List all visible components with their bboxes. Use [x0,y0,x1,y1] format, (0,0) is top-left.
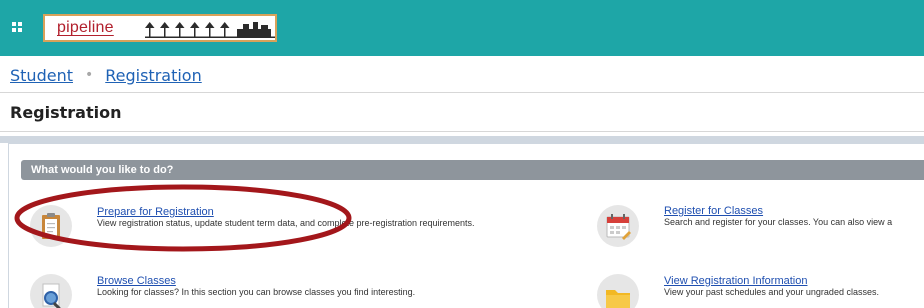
view-registration-information-link[interactable]: View Registration Information [664,275,807,287]
register-for-classes-link[interactable]: Register for Classes [664,205,763,217]
clipboard-icon[interactable] [30,205,72,247]
breadcrumb-separator-icon: • [84,67,94,83]
page-title: Registration [10,103,122,122]
divider [0,131,924,132]
content-band [0,136,924,143]
folder-icon[interactable] [597,274,639,308]
divider [0,92,924,93]
panel-heading: What would you like to do? [21,160,924,180]
register-for-classes-description: Search and register for your classes. Yo… [664,217,893,227]
magnifier-icon[interactable] [30,274,72,308]
browse-classes-link[interactable]: Browse Classes [97,275,176,287]
pipeline-logo[interactable]: pipeline [43,14,277,42]
breadcrumb: Student • Registration [10,64,202,86]
prepare-for-registration-link[interactable]: Prepare for Registration [97,206,214,218]
breadcrumb-student[interactable]: Student [10,66,73,85]
prepare-for-registration-description: View registration status, update student… [97,218,475,228]
calendar-icon[interactable] [597,205,639,247]
logo-text: pipeline [57,19,114,36]
campus-skyline-icon [145,22,275,38]
view-registration-information-description: View your past schedules and your ungrad… [664,287,879,297]
grid-menu-icon[interactable] [12,22,22,32]
top-bar: pipeline [0,0,924,56]
breadcrumb-registration[interactable]: Registration [105,66,201,85]
browse-classes-description: Looking for classes? In this section you… [97,287,416,297]
